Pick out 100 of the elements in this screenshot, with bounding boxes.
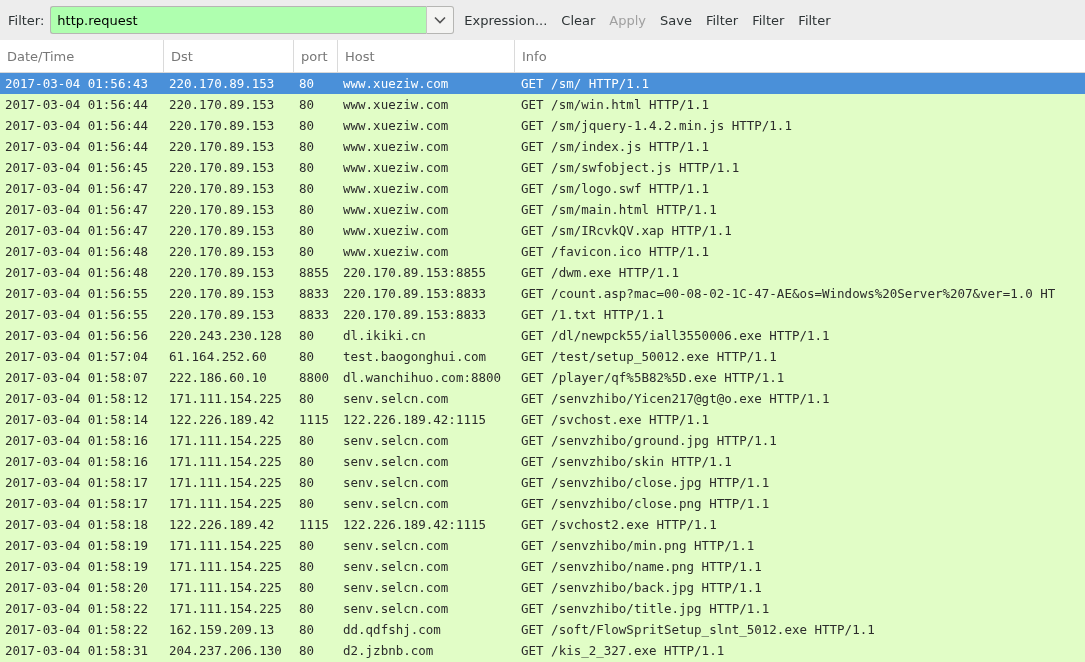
table-cell-text: www.xueziw.com: [342, 76, 450, 91]
table-cell-text: 80: [298, 643, 316, 658]
table-cell-text: senv.selcn.com: [342, 580, 450, 595]
table-cell-text: www.xueziw.com: [342, 202, 450, 217]
table-cell-text: GET /dl/newpck55/iall3550006.exe HTTP/1.1: [520, 328, 831, 343]
table-cell-text: GET /senvzhibo/min.png HTTP/1.1: [520, 538, 756, 553]
table-cell-text: 171.111.154.225: [168, 496, 283, 511]
table-cell-text: 171.111.154.225: [168, 454, 283, 469]
table-cell-text: 220.170.89.153: [168, 265, 276, 280]
table-cell-text: www.xueziw.com: [342, 181, 450, 196]
table-cell-text: 8855: [298, 265, 331, 280]
table-cell-text: d2.jzbnb.com: [342, 643, 435, 658]
caret-icon[interactable]: [434, 16, 447, 24]
table-cell-text: GET /sm/main.html HTTP/1.1: [520, 202, 718, 217]
table-cell-text: GET /svchost2.exe HTTP/1.1: [520, 517, 718, 532]
table-cell-text: 171.111.154.225: [168, 601, 283, 616]
table-cell-text: 1115: [298, 517, 331, 532]
table-cell-text: 2017-03-04 01:58:22: [4, 601, 149, 616]
packet-row[interactable]: 2017-03-04 01:58:22 162.159.209.13 80 dd.qdfshj.com GET /soft/FlowSpritSetup_slnt_5012.exe HTTP/1.1: [0, 619, 1085, 640]
table-cell-text: 220.170.89.153: [168, 160, 276, 175]
packet-row[interactable]: 2017-03-04 01:56:48 220.170.89.153 80 www.xueziw.com GET /favicon.ico HTTP/1.1: [0, 241, 1085, 262]
table-cell-text: 2017-03-04 01:56:48: [4, 244, 149, 259]
table-cell-text: 2017-03-04 01:58:14: [4, 412, 149, 427]
table-cell-text: 171.111.154.225: [168, 538, 283, 553]
packet-row[interactable]: 2017-03-04 01:58:22 171.111.154.225 80 senv.selcn.com GET /senvzhibo/title.jpg HTTP/1.1: [0, 598, 1085, 619]
packet-row[interactable]: 2017-03-04 01:58:16 171.111.154.225 80 senv.selcn.com GET /senvzhibo/skin HTTP/1.1: [0, 451, 1085, 472]
table-cell-text: 80: [298, 139, 316, 154]
table-cell-text: www.xueziw.com: [342, 244, 450, 259]
toolbar-button[interactable]: Save: [654, 8, 698, 32]
table-cell-text: 2017-03-04 01:57:04: [4, 349, 149, 364]
table-cell-text: senv.selcn.com: [342, 391, 450, 406]
table-cell-text: 122.226.189.42: [168, 412, 276, 427]
table-cell-text: 2017-03-04 01:58:19: [4, 538, 149, 553]
table-cell-text: www.xueziw.com: [342, 97, 450, 112]
toolbar-button[interactable]: Filter: [746, 8, 791, 32]
toolbar-button[interactable]: Filter: [699, 8, 745, 32]
packet-row[interactable]: 2017-03-04 01:58:18 122.226.189.42 1115 122.226.189.42:1115 GET /svchost2.exe HTTP/1.1: [0, 514, 1085, 535]
table-cell-text: senv.selcn.com: [342, 496, 450, 511]
table-cell-text: 2017-03-04 01:56:45: [4, 160, 149, 175]
table-cell-text: GET /sm/swfobject.js HTTP/1.1: [520, 160, 741, 175]
table-cell-text: dd.qdfshj.com: [342, 622, 442, 637]
column-header[interactable]: Dst: [164, 40, 294, 72]
column-header[interactable]: Info: [515, 40, 1085, 72]
table-cell-text: 2017-03-04 01:58:17: [4, 475, 149, 490]
packet-row[interactable]: 2017-03-04 01:58:19 171.111.154.225 80 senv.selcn.com GET /senvzhibo/min.png HTTP/1.1: [0, 535, 1085, 556]
table-cell-text: 220.170.89.153: [168, 286, 276, 301]
table-cell-text: 2017-03-04 01:56:55: [4, 307, 149, 322]
packet-row[interactable]: 2017-03-04 01:58:17 171.111.154.225 80 senv.selcn.com GET /senvzhibo/close.png HTTP/1.1: [0, 493, 1085, 514]
packet-row[interactable]: 2017-03-04 01:56:55 220.170.89.153 8833 220.170.89.153:8833 GET /1.txt HTTP/1.1: [0, 304, 1085, 325]
table-cell-text: GET /senvzhibo/Yicen217@gt@o.exe HTTP/1.1: [520, 391, 831, 406]
packet-row[interactable]: 2017-03-04 01:58:12 171.111.154.225 80 senv.selcn.com GET /senvzhibo/Yicen217@gt@o.exe HTTP/1.1: [0, 388, 1085, 409]
table-cell-text: GET /sm/logo.swf HTTP/1.1: [520, 181, 711, 196]
table-cell-text: GET /count.asp?mac=00-08-02-1C-47-AE&os=Windows%20Server%207&ver=1.0 HT: [520, 286, 1057, 301]
table-cell-text: GET /senvzhibo/close.png HTTP/1.1: [520, 496, 771, 511]
packet-row[interactable]: 2017-03-04 01:56:47 220.170.89.153 80 www.xueziw.com GET /sm/IRcvkQV.xap HTTP/1.1: [0, 220, 1085, 241]
table-cell-text: 80: [298, 496, 316, 511]
table-cell-text: GET /sm/index.js HTTP/1.1: [520, 139, 711, 154]
table-cell-text: GET /soft/FlowSpritSetup_slnt_5012.exe HTTP/1.1: [520, 622, 876, 637]
table-cell-text: 8833: [298, 286, 331, 301]
filter-field[interactable]: http.request: [50, 6, 427, 34]
packet-row[interactable]: 2017-03-04 01:56:44 220.170.89.153 80 www.xueziw.com GET /sm/win.html HTTP/1.1: [0, 94, 1085, 115]
table-cell-text: 80: [298, 454, 316, 469]
packet-row[interactable]: 2017-03-04 01:56:48 220.170.89.153 8855 220.170.89.153:8855 GET /dwm.exe HTTP/1.1: [0, 262, 1085, 283]
column-header[interactable]: port: [294, 40, 338, 72]
table-cell-text: 1115: [298, 412, 331, 427]
packet-row[interactable]: 2017-03-04 01:58:07 222.186.60.10 8800 dl.wanchihuo.com:8800 GET /player/qf%5B82%5D.exe HTTP/1.1: [0, 367, 1085, 388]
table-cell-text: 220.170.89.153:8833: [342, 307, 487, 322]
table-cell-text: GET /test/setup_50012.exe HTTP/1.1: [520, 349, 778, 364]
table-cell-text: 220.170.89.153: [168, 307, 276, 322]
packet-row[interactable]: 2017-03-04 01:56:44 220.170.89.153 80 www.xueziw.com GET /sm/jquery-1.4.2.min.js HTTP/1.1: [0, 115, 1085, 136]
column-header[interactable]: Host: [338, 40, 515, 72]
packet-row[interactable]: 2017-03-04 01:58:14 122.226.189.42 1115 122.226.189.42:1115 GET /svchost.exe HTTP/1.1: [0, 409, 1085, 430]
packet-row[interactable]: 2017-03-04 01:56:45 220.170.89.153 80 www.xueziw.com GET /sm/swfobject.js HTTP/1.1: [0, 157, 1085, 178]
dropdown-button[interactable]: [426, 6, 455, 34]
packet-row[interactable]: 2017-03-04 01:56:47 220.170.89.153 80 www.xueziw.com GET /sm/logo.swf HTTP/1.1: [0, 178, 1085, 199]
toolbar-button[interactable]: Filter: [792, 8, 837, 32]
packet-row[interactable]: 2017-03-04 01:58:19 171.111.154.225 80 senv.selcn.com GET /senvzhibo/name.png HTTP/1.1: [0, 556, 1085, 577]
packet-row[interactable]: 2017-03-04 01:56:55 220.170.89.153 8833 220.170.89.153:8833 GET /count.asp?mac=00-08-02-1C-47-AE&os=Windows%20Server%207&ver=1.0 HT: [0, 283, 1085, 304]
packet-row[interactable]: 2017-03-04 01:58:17 171.111.154.225 80 senv.selcn.com GET /senvzhibo/close.jpg HTTP/1.1: [0, 472, 1085, 493]
packet-row[interactable]: 2017-03-04 01:56:47 220.170.89.153 80 www.xueziw.com GET /sm/main.html HTTP/1.1: [0, 199, 1085, 220]
table-cell-text: GET /sm/ HTTP/1.1: [520, 76, 650, 91]
toolbar-button[interactable]: Clear: [555, 8, 602, 32]
table-cell-text: GET /senvzhibo/name.png HTTP/1.1: [520, 559, 763, 574]
packet-row[interactable]: 2017-03-04 01:58:31 204.237.206.130 80 d2.jzbnb.com GET /kis_2_327.exe HTTP/1.1: [0, 640, 1085, 661]
table-cell-text: GET /sm/win.html HTTP/1.1: [520, 97, 711, 112]
table-cell-text: GET /1.txt HTTP/1.1: [520, 307, 665, 322]
packet-row[interactable]: 2017-03-04 01:56:56 220.243.230.128 80 dl.ikiki.cn GET /dl/newpck55/iall3550006.exe HTTP/1.1: [0, 325, 1085, 346]
packet-row[interactable]: 2017-03-04 01:58:20 171.111.154.225 80 senv.selcn.com GET /senvzhibo/back.jpg HTTP/1.1: [0, 577, 1085, 598]
table-cell-text: 8833: [298, 307, 331, 322]
table-cell-text: 2017-03-04 01:58:16: [4, 454, 149, 469]
table-cell-text: GET /senvzhibo/skin HTTP/1.1: [520, 454, 733, 469]
table-cell-text: GET /dwm.exe HTTP/1.1: [520, 265, 681, 280]
table-cell-text: 80: [298, 181, 316, 196]
table-cell-text: 220.170.89.153: [168, 223, 276, 238]
table-cell-text: 171.111.154.225: [168, 580, 283, 595]
packet-row[interactable]: 2017-03-04 01:57:04 61.164.252.60 80 test.baogonghui.com GET /test/setup_50012.exe HTTP/1.1: [0, 346, 1085, 367]
toolbar-button[interactable]: Expression...: [458, 8, 554, 32]
packet-row[interactable]: 2017-03-04 01:58:16 171.111.154.225 80 senv.selcn.com GET /senvzhibo/ground.jpg HTTP/1.1: [0, 430, 1085, 451]
packet-row[interactable]: 2017-03-04 01:56:44 220.170.89.153 80 www.xueziw.com GET /sm/index.js HTTP/1.1: [0, 136, 1085, 157]
column-header[interactable]: Date/Time: [0, 40, 164, 72]
